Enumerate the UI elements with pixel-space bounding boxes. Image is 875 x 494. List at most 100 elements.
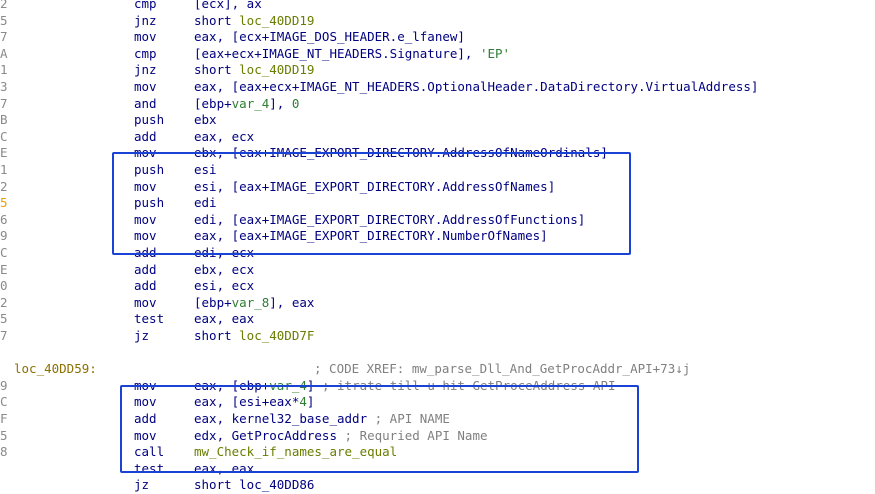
operand-token[interactable]: mw_Check_if_names_are_equal <box>194 444 397 459</box>
asm-line[interactable]: Cadd eax, ecx <box>0 129 875 146</box>
asm-line[interactable]: jz short loc_40DD86 <box>0 477 875 494</box>
line-gutter: E <box>0 145 8 161</box>
instruction-mnemonic: mov <box>134 29 157 45</box>
instruction-operands: eax, [ebp+var_4] ; itrate till u hit Get… <box>194 378 615 395</box>
operand-token: short <box>194 328 240 343</box>
instruction-operands: short loc_40DD86 <box>194 477 314 494</box>
instruction-operands: [eax+ecx+IMAGE_NT_HEADERS.Signature], 'E… <box>194 46 510 63</box>
operand-token: eax, kernel32_base_addr <box>194 411 375 426</box>
asm-line[interactable]: Cmov eax, [esi+eax*4] <box>0 394 875 411</box>
instruction-operands: edi <box>194 195 217 212</box>
asm-line[interactable]: Fadd eax, kernel32_base_addr ; API NAME <box>0 411 875 428</box>
instruction-mnemonic: mov <box>134 178 157 194</box>
operand-token: var_4 <box>269 377 307 393</box>
instruction-operands: edx, GetProcAddress ; Requried API Name <box>194 428 488 445</box>
operand-token[interactable]: loc_40DD19 <box>239 62 314 77</box>
operand-token: [ebp+ <box>194 95 232 111</box>
operand-token: edi, [eax+IMAGE_EXPORT_DIRECTORY.Address… <box>194 211 586 227</box>
line-gutter: 2 <box>0 0 8 11</box>
asm-line[interactable]: 1 jnz short loc_40DD19 <box>0 62 875 79</box>
instruction-operands: mw_Check_if_names_are_equal <box>194 444 397 461</box>
asm-line[interactable] <box>0 345 875 362</box>
asm-line[interactable]: 2 mov [ebp+var_8], eax <box>0 295 875 312</box>
asm-line[interactable]: 6 mov edi, [eax+IMAGE_EXPORT_DIRECTORY.Add… <box>0 212 875 229</box>
instruction-operands: eax, kernel32_base_addr ; API NAME <box>194 411 450 428</box>
asm-line[interactable]: Cadd edi, ecx <box>0 245 875 262</box>
asm-line[interactable]: Acmp [eax+ecx+IMAGE_NT_HEADERS.Signature]… <box>0 46 875 63</box>
asm-line[interactable]: loc_40DD59: ; CODE XREF: mw_parse_Dll_And… <box>0 361 875 378</box>
line-gutter: E <box>0 261 8 277</box>
instruction-mnemonic: mov <box>134 228 157 244</box>
xref-comment[interactable]: ; CODE XREF: mw_parse_Dll_And_GetProcAdd… <box>314 361 690 378</box>
asm-line[interactable]: Bpush ebx <box>0 112 875 129</box>
instruction-operands: edi, [eax+IMAGE_EXPORT_DIRECTORY.Address… <box>194 212 585 229</box>
asm-line[interactable]: test eax, eax <box>0 461 875 478</box>
line-gutter: 8 <box>0 444 8 460</box>
asm-line[interactable]: 5 jnz short loc_40DD19 <box>0 13 875 30</box>
code-label[interactable]: loc_40DD59: <box>14 361 97 378</box>
instruction-operands: eax, [ecx+IMAGE_DOS_HEADER.e_lfanew] <box>194 29 465 46</box>
line-gutter: C <box>0 394 8 410</box>
line-gutter: 7 <box>0 328 8 343</box>
instruction-operands: ebx, ecx <box>194 262 254 279</box>
line-gutter: 0 <box>0 278 8 294</box>
asm-line[interactable]: 1 push esi <box>0 162 875 179</box>
asm-line[interactable]: 7 mov eax, [ecx+IMAGE_DOS_HEADER.e_lfanew] <box>0 29 875 46</box>
operand-token: ; API NAME <box>374 411 450 426</box>
asm-line[interactable]: Eadd ebx, ecx <box>0 262 875 279</box>
instruction-mnemonic: mov <box>134 79 157 94</box>
line-gutter: 5 <box>0 311 8 327</box>
asm-line[interactable]: 7 jz short loc_40DD7F <box>0 328 875 345</box>
instruction-operands: eax, [eax+IMAGE_EXPORT_DIRECTORY.NumberO… <box>194 228 548 245</box>
asm-line[interactable]: 0 add esi, ecx <box>0 278 875 295</box>
operand-token: eax, [ecx+IMAGE_DOS_HEADER.e_lfanew] <box>194 29 465 45</box>
instruction-mnemonic: mov <box>134 294 157 310</box>
operand-token: 4 <box>299 394 307 410</box>
asm-line[interactable]: 5 mov edx, GetProcAddress ; Requried API N… <box>0 428 875 445</box>
instruction-mnemonic: add <box>134 278 157 294</box>
line-gutter: 5 <box>0 427 8 443</box>
instruction-operands: eax, [esi+eax*4] <box>194 394 314 411</box>
disassembly-view[interactable]: 2 cmp [ecx], ax 5 jnz short loc_40DD19 7 mov eax… <box>0 0 875 494</box>
operand-token: eax, eax <box>194 311 255 327</box>
asm-line[interactable]: 8 call mw_Check_if_names_are_equal <box>0 444 875 461</box>
asm-line[interactable]: 7 and [ebp+var_4], 0 <box>0 96 875 113</box>
asm-line[interactable]: Emov ebx, [eax+IMAGE_EXPORT_DIRECTORY.Add… <box>0 145 875 162</box>
instruction-mnemonic: mov <box>134 145 157 161</box>
operand-token: ] <box>306 377 322 393</box>
operand-token: var_4 <box>231 95 270 111</box>
operand-token: 0 <box>291 95 300 111</box>
operand-token: edx, GetProcAddress <box>194 427 345 443</box>
instruction-operands: eax, ecx <box>194 129 254 146</box>
instruction-mnemonic: call <box>134 444 165 460</box>
operand-token[interactable]: loc_40DD7F <box>239 328 314 343</box>
instruction-operands: short loc_40DD19 <box>194 62 314 79</box>
instruction-operands: eax, eax <box>194 461 254 478</box>
asm-line[interactable]: 9 mov eax, [eax+IMAGE_EXPORT_DIRECTORY.Num… <box>0 228 875 245</box>
instruction-mnemonic: mov <box>134 377 157 393</box>
operand-token[interactable]: loc_40DD19 <box>239 13 314 28</box>
asm-line[interactable]: 2 cmp [ecx], ax <box>0 0 875 13</box>
operand-token: ], <box>269 95 292 111</box>
operand-token: edi <box>194 195 217 211</box>
operand-token: ebx, ecx <box>194 261 255 277</box>
instruction-mnemonic: add <box>134 245 157 260</box>
line-gutter: 5 <box>0 12 8 28</box>
instruction-operands: short loc_40DD19 <box>194 13 314 30</box>
asm-line[interactable]: 3 mov eax, [eax+ecx+IMAGE_NT_HEADERS.Optio… <box>0 79 875 96</box>
asm-line[interactable]: 5 push edi <box>0 195 875 212</box>
operand-token: ] <box>306 394 315 410</box>
operand-token: esi <box>194 162 217 177</box>
instruction-operands: eax, [eax+ecx+IMAGE_NT_HEADERS.OptionalH… <box>194 79 758 96</box>
line-gutter: 7 <box>0 29 8 45</box>
line-gutter: 1 <box>0 62 8 78</box>
operand-token: short <box>194 12 240 28</box>
instruction-operands: ebx, [eax+IMAGE_EXPORT_DIRECTORY.Address… <box>194 145 608 162</box>
asm-line[interactable]: 9 mov eax, [ebp+var_4] ; itrate till u hit… <box>0 378 875 395</box>
line-gutter: F <box>0 411 8 426</box>
asm-line[interactable]: 5 test eax, eax <box>0 311 875 328</box>
instruction-operands: esi, [eax+IMAGE_EXPORT_DIRECTORY.Address… <box>194 179 555 196</box>
line-gutter: 5 <box>0 195 8 211</box>
operand-token: short <box>194 62 240 78</box>
asm-line[interactable]: 2 mov esi, [eax+IMAGE_EXPORT_DIRECTORY.Add… <box>0 179 875 196</box>
